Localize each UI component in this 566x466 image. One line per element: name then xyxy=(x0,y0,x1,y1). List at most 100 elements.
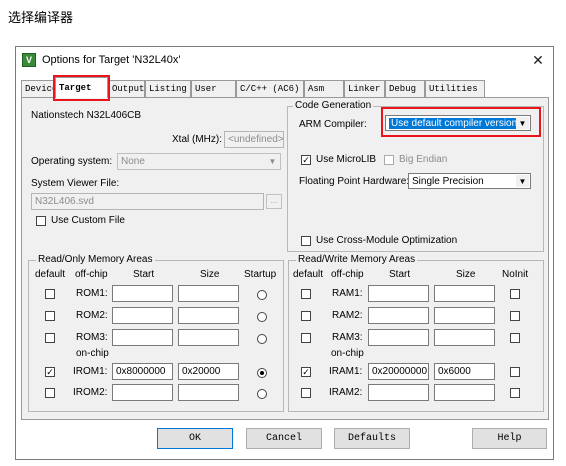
options-dialog: V Options for Target 'N32L40x' ✕ Device … xyxy=(15,46,554,460)
ram2-start-input[interactable] xyxy=(368,307,429,324)
irom2-start-input[interactable] xyxy=(112,384,173,401)
rom2-default-checkbox[interactable] xyxy=(45,311,55,321)
ram1-size-input[interactable] xyxy=(434,285,495,302)
rom3-start-input[interactable] xyxy=(112,329,173,346)
rom1-label: ROM1: xyxy=(76,288,108,299)
tab-debug[interactable]: Debug xyxy=(385,80,425,97)
ram2-size-input[interactable] xyxy=(434,307,495,324)
page-heading: 选择编译器 xyxy=(8,10,74,25)
chevron-down-icon: ▼ xyxy=(516,175,529,187)
iram1-default-checkbox[interactable]: ✓ xyxy=(301,367,311,377)
irom1-default-checkbox[interactable]: ✓ xyxy=(45,367,55,377)
irom2-size-input[interactable] xyxy=(178,384,239,401)
rom2-start-input[interactable] xyxy=(112,307,173,324)
iram1-noinit-checkbox[interactable] xyxy=(510,367,520,377)
os-select[interactable]: None ▼ xyxy=(117,153,281,170)
browse-button[interactable]: ... xyxy=(266,194,282,209)
rom-header-start: Start xyxy=(133,269,155,280)
iram2-size-input[interactable] xyxy=(434,384,495,401)
rom1-default-checkbox[interactable] xyxy=(45,289,55,299)
iram2-label: IRAM2: xyxy=(329,387,363,398)
ram-onchip-label: on-chip xyxy=(331,348,364,359)
compiler-highlight xyxy=(381,107,541,137)
irom1-startup-radio[interactable] xyxy=(257,368,267,378)
device-name: Nationstech N32L406CB xyxy=(31,110,142,121)
tab-c-cpp[interactable]: C/C++ (AC6) xyxy=(236,80,304,97)
use-microlib-checkbox[interactable]: ✓ xyxy=(301,155,311,165)
irom2-label: IROM2: xyxy=(73,387,108,398)
tab-utilities[interactable]: Utilities xyxy=(425,80,485,97)
rom-header-size: Size xyxy=(200,269,220,280)
rom-header-offchip: off-chip xyxy=(75,269,108,280)
ram-header-offchip: off-chip xyxy=(331,269,364,280)
rom1-size-input[interactable] xyxy=(178,285,239,302)
defaults-button[interactable]: Defaults xyxy=(334,428,410,449)
ram1-noinit-checkbox[interactable] xyxy=(510,289,520,299)
dialog-title: Options for Target 'N32L40x' xyxy=(42,54,181,66)
rom-onchip-label: on-chip xyxy=(76,348,109,359)
rom-group-title: Read/Only Memory Areas xyxy=(36,254,155,265)
cancel-button[interactable]: Cancel xyxy=(246,428,322,449)
ram2-noinit-checkbox[interactable] xyxy=(510,311,520,321)
rom3-size-input[interactable] xyxy=(178,329,239,346)
ram1-default-checkbox[interactable] xyxy=(301,289,311,299)
ram2-default-checkbox[interactable] xyxy=(301,311,311,321)
iram1-start-input[interactable]: 0x20000000 xyxy=(368,363,429,380)
fp-label: Floating Point Hardware: xyxy=(299,176,410,187)
xtal-input[interactable]: <undefined> xyxy=(224,131,284,148)
ram2-label: RAM2: xyxy=(332,310,363,321)
irom2-startup-radio[interactable] xyxy=(257,389,267,399)
cross-module-checkbox[interactable] xyxy=(301,236,311,246)
rom3-default-checkbox[interactable] xyxy=(45,333,55,343)
ram-header-start: Start xyxy=(389,269,411,280)
ok-button[interactable]: OK xyxy=(157,428,233,449)
irom1-size-input[interactable]: 0x20000 xyxy=(178,363,239,380)
fp-select[interactable]: Single Precision ▼ xyxy=(408,173,531,189)
xtal-label: Xtal (MHz): xyxy=(172,134,222,145)
svf-input[interactable]: N32L406.svd xyxy=(31,193,264,210)
iram1-size-input[interactable]: 0x6000 xyxy=(434,363,495,380)
irom2-default-checkbox[interactable] xyxy=(45,388,55,398)
rom1-startup-radio[interactable] xyxy=(257,290,267,300)
ram3-start-input[interactable] xyxy=(368,329,429,346)
big-endian-checkbox[interactable] xyxy=(384,155,394,165)
irom1-start-input[interactable]: 0x8000000 xyxy=(112,363,173,380)
close-icon[interactable]: ✕ xyxy=(529,51,547,69)
rom-header-default: default xyxy=(35,269,66,280)
tab-linker[interactable]: Linker xyxy=(344,80,385,97)
tab-user[interactable]: User xyxy=(191,80,236,97)
fp-select-value: Single Precision xyxy=(412,176,484,187)
ram-header-default: default xyxy=(293,269,324,280)
tab-highlight xyxy=(53,75,110,101)
tab-output[interactable]: Output xyxy=(108,80,145,97)
os-label: Operating system: xyxy=(31,156,113,167)
ram3-size-input[interactable] xyxy=(434,329,495,346)
tab-asm[interactable]: Asm xyxy=(304,80,344,97)
rom-header-startup: Startup xyxy=(244,269,277,280)
iram2-start-input[interactable] xyxy=(368,384,429,401)
ram3-noinit-checkbox[interactable] xyxy=(510,333,520,343)
ram3-default-checkbox[interactable] xyxy=(301,333,311,343)
rom2-label: ROM2: xyxy=(76,310,108,321)
help-button[interactable]: Help xyxy=(472,428,547,449)
iram2-default-checkbox[interactable] xyxy=(301,388,311,398)
tab-listing[interactable]: Listing xyxy=(145,80,191,97)
use-custom-file-label: Use Custom File xyxy=(51,215,125,226)
os-select-value: None xyxy=(121,156,145,167)
use-custom-file-checkbox[interactable] xyxy=(36,216,46,226)
tab-device[interactable]: Device xyxy=(21,80,55,97)
chevron-down-icon: ▼ xyxy=(266,155,279,168)
code-generation-title: Code Generation xyxy=(293,100,374,111)
rom2-size-input[interactable] xyxy=(178,307,239,324)
title-bar: V Options for Target 'N32L40x' ✕ xyxy=(16,47,553,74)
rom2-startup-radio[interactable] xyxy=(257,312,267,322)
iram2-noinit-checkbox[interactable] xyxy=(510,388,520,398)
ram1-start-input[interactable] xyxy=(368,285,429,302)
rom3-startup-radio[interactable] xyxy=(257,334,267,344)
rom1-start-input[interactable] xyxy=(112,285,173,302)
cross-module-label: Use Cross-Module Optimization xyxy=(316,235,458,246)
rom3-label: ROM3: xyxy=(76,332,108,343)
ram3-label: RAM3: xyxy=(332,332,363,343)
irom1-label: IROM1: xyxy=(73,366,108,377)
compiler-label: ARM Compiler: xyxy=(299,119,367,130)
